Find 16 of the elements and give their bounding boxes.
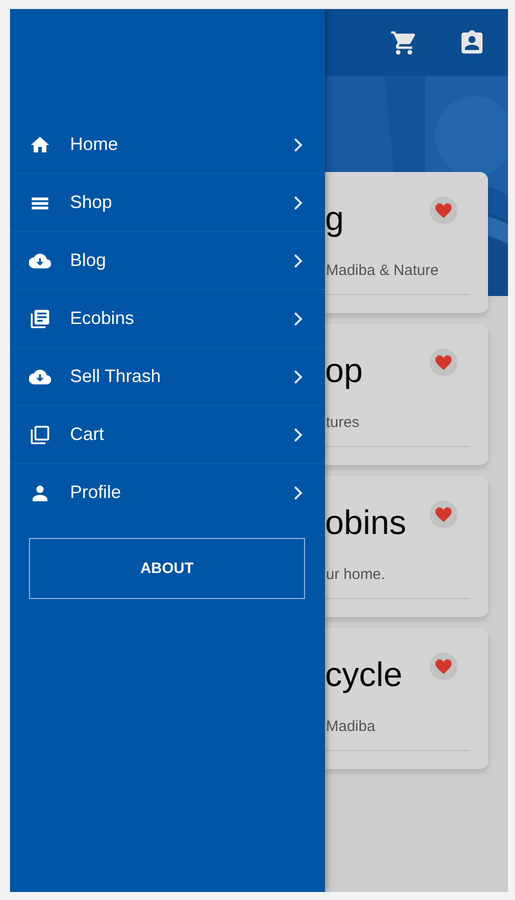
- card-subtitle: Madiba & Nature: [326, 262, 439, 279]
- menu-item[interactable]: Sell Thrash: [10, 348, 325, 406]
- menu-item[interactable]: Ecobins: [10, 290, 325, 348]
- menu-item[interactable]: Profile: [10, 464, 325, 521]
- menu-item[interactable]: Blog: [10, 232, 325, 290]
- card-title: obins: [325, 504, 406, 543]
- card-title: g: [325, 200, 344, 239]
- about-button[interactable]: ABOUT: [29, 538, 305, 599]
- documents-icon: [29, 308, 51, 330]
- card-subtitle: tures: [326, 414, 360, 431]
- card-subtitle: ur home.: [326, 566, 386, 583]
- card-title: cycle: [325, 656, 402, 695]
- copy-icon: [29, 424, 51, 446]
- card-title: op: [325, 352, 363, 391]
- card-subtitle: Madiba: [326, 718, 376, 735]
- cart-icon[interactable]: [390, 28, 418, 56]
